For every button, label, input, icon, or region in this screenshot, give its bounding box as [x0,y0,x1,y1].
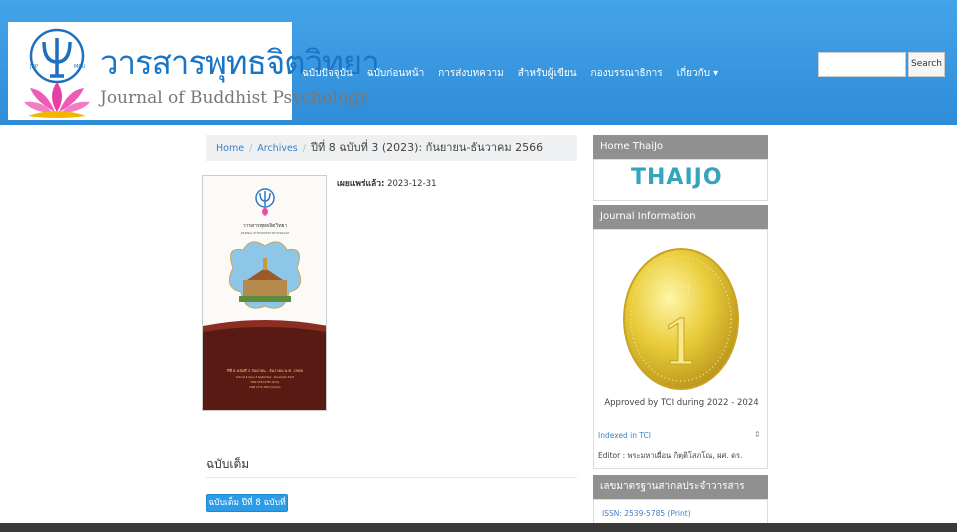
page: JBP MCU วารสารพุทธจิตวิทยา Journal of Bu… [0,0,957,532]
issn-print: ISSN: 2539-5785 (Print) [602,509,691,518]
breadcrumb-archives[interactable]: Archives [257,143,298,154]
svg-text:TCI: TCI [671,283,691,297]
journal-info-header: Journal Information [593,205,768,229]
thaijo-logo[interactable]: THAIJO [631,165,723,190]
tci-approval-text: Approved by TCI during 2022 - 2024 [604,398,759,408]
thaijo-panel: THAIJO [593,159,768,201]
site-header: JBP MCU วารสารพุทธจิตวิทยา Journal of Bu… [0,0,957,125]
search-button[interactable]: Search [908,52,945,77]
breadcrumb-current: ปีที่ 8 ฉบับที่ 3 (2023): กันยายน-ธันวาค… [310,141,544,154]
fulltext-download-button[interactable]: ฉบับเต็ม ปีที่ 8 ฉบับที่ 3 [206,494,288,524]
svg-text:JBP: JBP [29,64,38,70]
breadcrumb-separator: / [249,143,253,154]
nav-item-current[interactable]: ฉบับปัจจุบัน [302,66,353,81]
breadcrumb-separator: / [302,143,306,154]
journal-logo[interactable]: JBP MCU วารสารพุทธจิตวิทยา Journal of Bu… [8,22,380,120]
main-nav: ฉบับปัจจุบัน ฉบับก่อนหน้า การส่งบทความ ส… [302,66,718,81]
nav-item-for-authors[interactable]: สำหรับผู้เขียน [518,66,577,81]
cover-art: วารสารพุทธจิตวิทยา JOURNAL OF BUDDHIST P… [203,176,326,410]
svg-text:Volume 8 Issue 3 September - D: Volume 8 Issue 3 September - December 20… [236,375,295,379]
tci-gold-medal-icon: TCI 1 [623,248,739,390]
breadcrumb: Home / Archives / ปีที่ 8 ฉบับที่ 3 (2023): … [206,135,577,161]
published-value: 2023-12-31 [387,179,437,189]
issue-cover-image[interactable]: วารสารพุทธจิตวิทยา JOURNAL OF BUDDHIST P… [202,175,327,411]
svg-text:วารสารพุทธจิตวิทยา: วารสารพุทธจิตวิทยา [243,222,288,229]
svg-text:1: 1 [661,306,700,379]
nav-item-editorial-team[interactable]: กองบรรณาธิการ [591,66,663,81]
editor-name: Editor : พระมหาเผื่อน กิตฺติโสภโณ, ผศ. ด… [598,451,743,460]
published-label: เผยแพร่แล้ว: [337,179,385,189]
sort-arrows-icon[interactable]: ⇕ [754,430,761,439]
lotus-logo-icon: JBP MCU [24,28,90,118]
svg-text:JOURNAL OF BUDDHIST PSYCHOLOGY: JOURNAL OF BUDDHIST PSYCHOLOGY [240,231,290,235]
svg-text:ปีที่ 8 ฉบับที่ 3 กันยายน - ธั: ปีที่ 8 ฉบับที่ 3 กันยายน - ธันวาคม พ.ศ.… [226,368,304,373]
svg-text:ISSN 2539-5785 (Print): ISSN 2539-5785 (Print) [251,380,280,384]
search-input[interactable] [818,52,906,77]
nav-item-about[interactable]: เกี่ยวกับ ▾ [677,66,719,81]
nav-item-archives[interactable]: ฉบับก่อนหน้า [367,66,424,81]
published-date: เผยแพร่แล้ว: 2023-12-31 [337,176,436,190]
journal-info-panel: TCI 1 Approved by TCI during 2022 - 2024… [593,229,768,469]
svg-text:MCU: MCU [74,64,86,70]
journal-title-english: Journal of Buddhist Psychology [100,88,369,108]
section-divider [206,477,577,478]
issn-panel-header: เลขมาตรฐานสากลประจำวารสาร [593,475,768,499]
journal-title-thai: วารสารพุทธจิตวิทยา [100,43,380,82]
nav-item-submissions[interactable]: การส่งบทความ [438,66,503,81]
fulltext-section-title: ฉบับเต็ม [206,457,250,471]
svg-text:ISSN 2774-1850 (Online): ISSN 2774-1850 (Online) [249,385,280,389]
footer-bar [0,523,957,532]
indexed-in-tci-link[interactable]: Indexed in TCI [598,431,651,440]
breadcrumb-home[interactable]: Home [216,143,244,154]
thaijo-panel-header: Home ThaiJo [593,135,768,159]
